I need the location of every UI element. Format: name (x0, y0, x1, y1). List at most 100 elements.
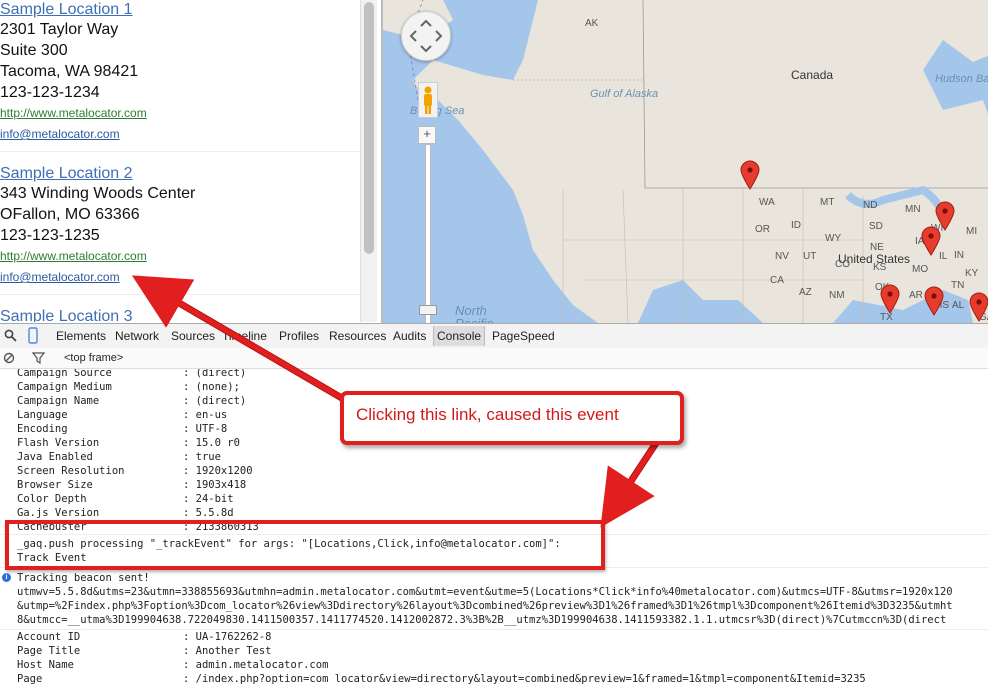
row-value: : 1920x1200 (183, 465, 253, 477)
row-value: : (direct) (183, 395, 247, 407)
console-row: Campaign Medium: (none); (17, 380, 240, 394)
location-2-phone: 123-123-1235 (0, 227, 100, 244)
tab-elements[interactable]: Elements (56, 329, 106, 343)
console-row: Encoding : UTF-8 (17, 422, 227, 436)
console-row: Account ID: UA-1762262-8 (17, 630, 272, 644)
row-value: : UTF-8 (183, 423, 228, 435)
info-icon: i (2, 573, 11, 582)
row-value: : Another Test (183, 645, 272, 657)
map-label-gulf: Gulf of Alaska (590, 88, 659, 100)
location-item: Sample Location 1 2301 Taylor Way Suite … (0, 0, 360, 152)
row-key: Encoding (17, 423, 68, 435)
console-row: Flash Version: 15.0 r0 (17, 436, 240, 450)
map-label-nm: NM (829, 290, 845, 301)
map-label-co: CO (835, 259, 850, 270)
tab-console[interactable]: Console (433, 326, 486, 346)
map-pin[interactable] (924, 286, 944, 316)
location-2-website-link[interactable]: http://www.metalocator.com (0, 246, 360, 267)
pegman-icon (424, 86, 432, 114)
row-key: Ga.js Version (17, 507, 100, 519)
map-label-mn: MN (905, 204, 921, 215)
map-label-ca: CA (770, 275, 784, 286)
map-pin[interactable] (740, 160, 760, 190)
row-key: Java Enabled (17, 451, 93, 463)
console-row: Host Name: admin.metalocator.com (17, 658, 328, 672)
row-value: : /index.php?option=com_locator&view=dir… (183, 673, 866, 684)
map-label-pacific: North Pacific (455, 303, 493, 323)
location-2-email-link[interactable]: info@metalocator.com (0, 267, 360, 288)
map[interactable]: Canada United States Gulf of Alaska Beri… (381, 0, 988, 323)
row-key: Browser Size (17, 479, 93, 491)
scrollbar-thumb[interactable] (364, 2, 374, 254)
location-1-address-1: 2301 Taylor Way (0, 21, 119, 38)
map-label-or: OR (755, 224, 770, 235)
row-key: Host Name (17, 659, 74, 671)
map-pin[interactable] (969, 292, 988, 322)
location-item: Sample Location 3 (0, 307, 360, 322)
map-land (383, 0, 988, 323)
console-row: Campaign Source : (direct) (17, 369, 246, 380)
location-2-city: OFallon, MO 63366 (0, 206, 140, 223)
location-1-address-2: Suite 300 (0, 42, 68, 59)
row-key: Color Depth (17, 493, 87, 505)
map-label-wa: WA (759, 197, 775, 208)
map-label-az: AZ (799, 287, 812, 298)
console-row: Screen Resolution : 1920x1200 (17, 464, 253, 478)
map-label-ky: KY (965, 268, 979, 279)
map-label-hudson: Hudson Bay (935, 73, 988, 85)
beacon-line: 8&utmcc=__utma%3D199904638.722049830.141… (17, 614, 947, 626)
annotation-callout: Clicking this link, caused this event (340, 391, 684, 445)
location-1-email-link[interactable]: info@metalocator.com (0, 124, 360, 145)
street-view-control[interactable] (418, 82, 438, 118)
row-value: : 1903x418 (183, 479, 247, 491)
row-value: : UA-1762262-8 (183, 631, 272, 643)
map-label-mo: MO (912, 264, 929, 275)
location-1-link[interactable]: Sample Location 1 (0, 0, 360, 19)
search-icon[interactable] (4, 329, 17, 342)
frame-selector[interactable]: <top frame> (64, 352, 123, 364)
tab-profiles[interactable]: Profiles (279, 329, 319, 343)
console-row: Language: en-us (17, 408, 227, 422)
tab-pagespeed[interactable]: PageSpeed (492, 329, 555, 343)
console-filter-bar: <top frame> (0, 348, 988, 369)
beacon-title: Tracking beacon sent! (17, 572, 150, 584)
list-scrollbar[interactable] (360, 0, 377, 322)
row-value: : 5.5.8d (183, 507, 234, 519)
clear-console-icon[interactable] (3, 352, 15, 364)
pan-arrows-icon (409, 19, 443, 53)
row-key: Campaign Name (17, 395, 100, 407)
console-row: Page Title: Another Test (17, 644, 272, 658)
filter-icon[interactable] (32, 352, 45, 364)
console-row: Campaign Name : (direct) (17, 394, 246, 408)
location-1-city: Tacoma, WA 98421 (0, 63, 139, 80)
row-value: : true (183, 451, 221, 463)
location-3-link[interactable]: Sample Location 3 (0, 307, 360, 322)
zoom-slider-knob[interactable] (419, 305, 437, 315)
location-list: Sample Location 1 2301 Taylor Way Suite … (0, 0, 360, 322)
map-pin[interactable] (880, 284, 900, 314)
console-row: Page : /index.php?option=com_locator&view… (17, 672, 866, 684)
device-mode-icon[interactable] (27, 327, 39, 344)
row-value: : (direct) (183, 369, 247, 379)
console-row: Java Enabled : true (17, 450, 221, 464)
callout-text: Clicking this link, caused this event (356, 405, 619, 424)
map-label-id: ID (791, 220, 801, 231)
tab-network[interactable]: Network (115, 329, 159, 343)
console-row: Browser Size : 1903x418 (17, 478, 246, 492)
row-key: Page (17, 673, 43, 684)
map-label-in: IN (954, 250, 964, 261)
location-1-website-link[interactable]: http://www.metalocator.com (0, 103, 360, 124)
tab-audits[interactable]: Audits (393, 329, 426, 343)
zoom-slider-track[interactable] (419, 144, 437, 326)
row-key: Screen Resolution (17, 465, 125, 477)
row-key: Campaign Source (17, 369, 112, 379)
map-pan-control[interactable] (401, 11, 451, 61)
tab-resources[interactable]: Resources (329, 329, 386, 343)
zoom-in-button[interactable]: + (418, 126, 436, 144)
map-pin[interactable] (921, 226, 941, 256)
map-label-wy: WY (825, 233, 842, 244)
tab-sources[interactable]: Sources (171, 329, 215, 343)
location-item: Sample Location 2 343 Winding Woods Cent… (0, 164, 360, 295)
location-2-link[interactable]: Sample Location 2 (0, 164, 360, 183)
tab-timeline[interactable]: Timeline (222, 329, 267, 343)
